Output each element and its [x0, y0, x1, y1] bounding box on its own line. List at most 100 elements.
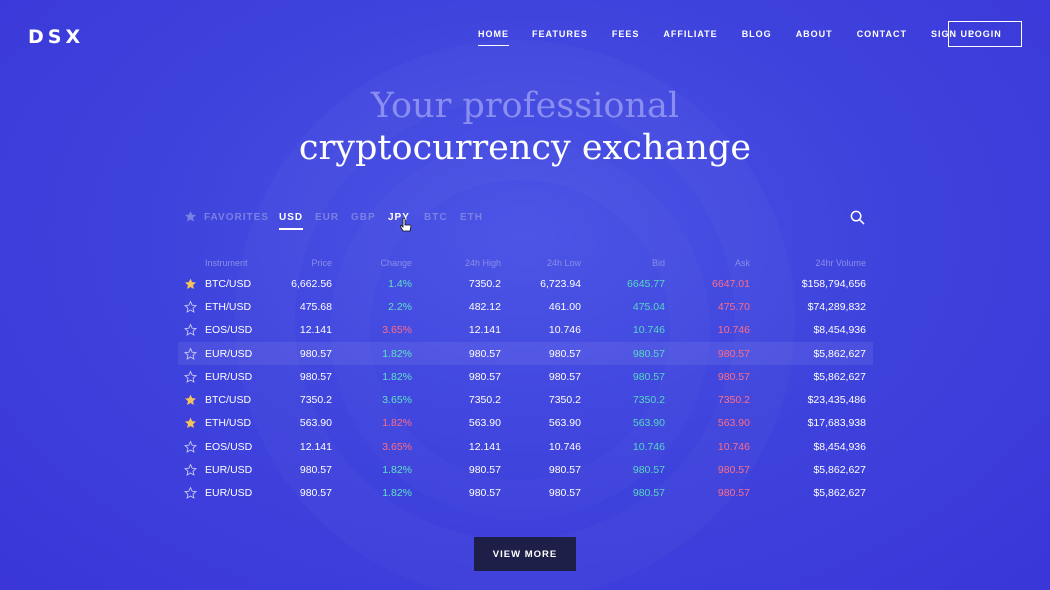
change-cell: 3.65% — [382, 440, 412, 453]
change-cell: 1.4% — [388, 277, 412, 290]
table-row[interactable]: EUR/USD 980.57 1.82% 980.57 980.57 980.57 980.… — [178, 341, 873, 366]
header-24hr-volume[interactable]: 24hr Volume — [815, 258, 866, 268]
header-ask[interactable]: Ask — [735, 258, 750, 268]
instrument-cell: BTC/USD — [205, 277, 252, 290]
high-cell: 7350.2 — [468, 394, 501, 407]
ask-cell: 980.57 — [717, 464, 750, 477]
star-outline-icon[interactable] — [184, 323, 197, 337]
header-bid[interactable]: Bid — [652, 258, 665, 268]
header-price[interactable]: Price — [311, 258, 332, 268]
table-row[interactable]: ETH/USD 563.90 1.82% 563.90 563.90 563.90 563.… — [178, 412, 873, 435]
hero-title-line-1: Your professional — [370, 86, 680, 126]
ask-cell: 10.746 — [717, 440, 750, 453]
table-row[interactable]: BTC/USD 6,662.56 1.4% 7350.2 6,723.94 6645.77… — [178, 272, 873, 295]
nav-affiliate[interactable]: AFFILIATE — [663, 29, 717, 39]
tab-eur[interactable]: EUR — [315, 212, 339, 223]
ask-cell: 563.90 — [717, 417, 750, 430]
dsx-logo[interactable]: DSX — [28, 26, 84, 48]
bid-cell: 10.746 — [632, 440, 665, 453]
site-header: DSX HOME FEATURES FEES AFFILIATE BLOG AB… — [0, 0, 1050, 70]
nav-features[interactable]: FEATURES — [532, 29, 588, 39]
header-instrument[interactable]: Instrument — [205, 258, 248, 268]
instrument-cell: ETH/USD — [205, 300, 252, 313]
header-24h-high[interactable]: 24h High — [465, 258, 501, 268]
header-24h-low[interactable]: 24h Low — [547, 258, 581, 268]
price-cell: 980.57 — [299, 370, 332, 383]
bid-cell: 6645.77 — [627, 277, 665, 290]
volume-cell: $8,454,936 — [813, 440, 866, 453]
price-cell: 980.57 — [299, 347, 332, 360]
star-outline-icon[interactable] — [184, 440, 197, 453]
price-cell: 6,662.56 — [291, 277, 332, 290]
bid-cell: 7350.2 — [632, 394, 665, 407]
star-filled-icon[interactable] — [184, 417, 197, 430]
low-cell: 461.00 — [548, 300, 581, 313]
volume-cell: $5,862,627 — [813, 464, 866, 477]
bid-cell: 475.04 — [632, 300, 665, 313]
low-cell: 7350.2 — [548, 394, 581, 407]
star-filled-icon[interactable] — [184, 394, 197, 407]
table-row[interactable]: EUR/USD 980.57 1.82% 980.57 980.57 980.57 980.… — [178, 458, 873, 481]
high-cell: 980.57 — [468, 347, 501, 360]
tab-gbp[interactable]: GBP — [351, 212, 376, 223]
change-cell: 1.82% — [382, 464, 412, 477]
tab-usd[interactable]: USD — [279, 212, 304, 230]
favorites-star-icon[interactable] — [184, 210, 197, 223]
search-icon[interactable] — [850, 210, 865, 225]
table-row[interactable]: EUR/USD 980.57 1.82% 980.57 980.57 980.57 980.… — [178, 482, 873, 505]
low-cell: 980.57 — [548, 487, 581, 500]
bid-cell: 980.57 — [632, 464, 665, 477]
nav-home[interactable]: HOME — [478, 29, 509, 46]
instrument-cell: EUR/USD — [205, 370, 253, 383]
login-button[interactable]: LOGIN — [948, 21, 1022, 47]
volume-cell: $8,454,936 — [813, 324, 866, 337]
ask-cell: 980.57 — [717, 347, 750, 360]
table-row[interactable]: EOS/USD 12.141 3.65% 12.141 10.746 10.746 10.7… — [178, 319, 873, 342]
tab-eth[interactable]: ETH — [460, 212, 483, 223]
change-cell: 1.82% — [382, 487, 412, 500]
table-row[interactable]: BTC/USD 7350.2 3.65% 7350.2 7350.2 7350.2 7350… — [178, 388, 873, 411]
instrument-cell: EOS/USD — [205, 440, 253, 453]
nav-blog[interactable]: BLOG — [742, 29, 772, 39]
star-filled-icon[interactable] — [184, 277, 197, 290]
bid-cell: 563.90 — [632, 417, 665, 430]
tab-btc[interactable]: BTC — [424, 212, 448, 223]
low-cell: 10.746 — [548, 324, 581, 337]
nav-about[interactable]: ABOUT — [796, 29, 833, 39]
price-cell: 7350.2 — [299, 394, 332, 407]
high-cell: 12.141 — [468, 324, 501, 337]
volume-cell: $5,862,627 — [813, 347, 866, 360]
table-row[interactable]: ETH/USD 475.68 2.2% 482.12 461.00 475.04 475.7… — [178, 295, 873, 318]
star-outline-icon[interactable] — [184, 463, 197, 477]
instrument-cell: EUR/USD — [205, 347, 253, 360]
high-cell: 12.141 — [468, 440, 501, 453]
low-cell: 980.57 — [548, 347, 581, 360]
change-cell: 1.82% — [382, 370, 412, 383]
currency-tabs: FAVORITES USD EUR GBP JPY BTC ETH — [184, 210, 874, 232]
table-row[interactable]: EOS/USD 12.141 3.65% 12.141 10.746 10.746 10.7… — [178, 435, 873, 458]
price-cell: 563.90 — [299, 417, 332, 430]
star-outline-icon[interactable] — [184, 300, 197, 313]
volume-cell: $74,289,832 — [807, 300, 866, 313]
ask-cell: 10.746 — [717, 324, 750, 337]
star-outline-icon[interactable] — [184, 347, 197, 360]
header-change[interactable]: Change — [380, 258, 412, 268]
nav-contact[interactable]: CONTACT — [857, 29, 907, 39]
star-outline-icon[interactable] — [184, 370, 197, 383]
table-body: BTC/USD 6,662.56 1.4% 7350.2 6,723.94 6645.77… — [178, 272, 873, 505]
bid-cell: 980.57 — [632, 347, 665, 360]
main-nav: HOME FEATURES FEES AFFILIATE BLOG ABOUT … — [478, 29, 975, 46]
high-cell: 563.90 — [468, 417, 501, 430]
tab-favorites[interactable]: FAVORITES — [204, 212, 269, 223]
low-cell: 980.57 — [548, 464, 581, 477]
instrument-cell: EUR/USD — [205, 487, 253, 500]
view-more-button[interactable]: VIEW MORE — [474, 537, 576, 571]
star-outline-icon[interactable] — [184, 486, 197, 500]
low-cell: 980.57 — [548, 370, 581, 383]
bid-cell: 10.746 — [632, 324, 665, 337]
market-table: Instrument Price Change 24h High 24h Low… — [178, 252, 873, 505]
ask-cell: 980.57 — [717, 487, 750, 500]
change-cell: 1.82% — [382, 347, 412, 360]
nav-fees[interactable]: FEES — [612, 29, 640, 39]
table-row[interactable]: EUR/USD 980.57 1.82% 980.57 980.57 980.57 980.… — [178, 365, 873, 388]
